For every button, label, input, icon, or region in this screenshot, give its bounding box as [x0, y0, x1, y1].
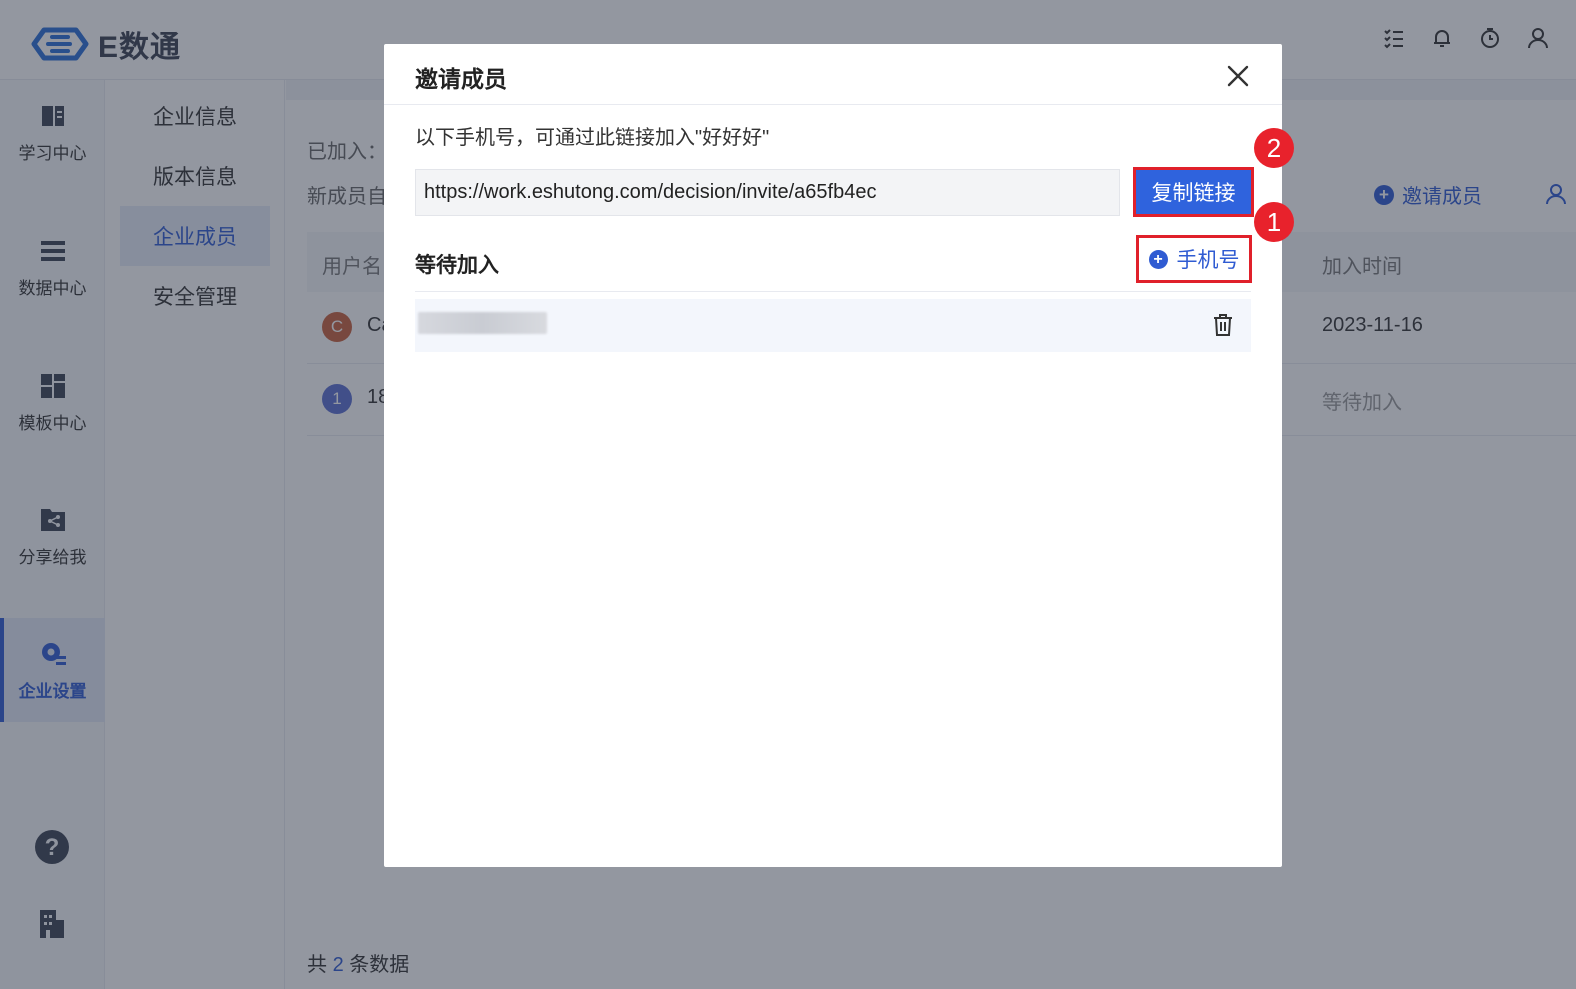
modal-title: 邀请成员 — [415, 66, 507, 92]
add-phone-button[interactable]: + 手机号 — [1136, 235, 1252, 283]
annotation-badge-2: 2 — [1254, 128, 1294, 168]
divider — [415, 291, 1251, 292]
annotation-badge-1: 1 — [1254, 202, 1294, 242]
modal-header: 邀请成员 — [384, 44, 1282, 105]
list-item — [415, 299, 1251, 352]
invite-description: 以下手机号，可通过此链接加入"好好好" — [415, 127, 770, 149]
redacted-phone-number — [418, 312, 547, 334]
trash-icon[interactable] — [1212, 313, 1234, 337]
copy-link-button[interactable]: 复制链接 — [1133, 167, 1254, 217]
close-icon[interactable] — [1224, 62, 1252, 90]
add-phone-label: 手机号 — [1176, 249, 1240, 272]
plus-circle-icon: + — [1148, 249, 1168, 269]
pending-section-title: 等待加入 — [415, 254, 499, 277]
invite-link-field[interactable]: https://work.eshutong.com/decision/invit… — [415, 169, 1120, 216]
invite-member-modal: 邀请成员 以下手机号，可通过此链接加入"好好好" https://work.es… — [384, 44, 1282, 867]
